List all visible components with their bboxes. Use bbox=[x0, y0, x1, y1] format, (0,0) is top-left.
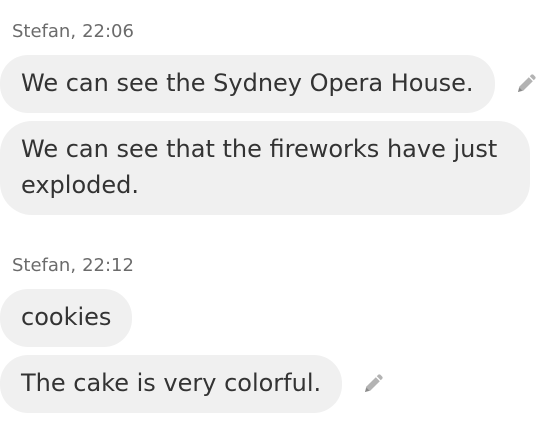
message-bubble: We can see that the fireworks have just … bbox=[0, 121, 530, 215]
pencil-icon-graphic bbox=[517, 74, 536, 92]
pencil-icon-graphic bbox=[365, 374, 383, 392]
meta-separator: , bbox=[70, 21, 77, 42]
message-meta: Stefan, 22:12 bbox=[12, 254, 386, 278]
message-row: The cake is very colorful. bbox=[0, 355, 386, 413]
pencil-icon[interactable] bbox=[360, 371, 386, 397]
message-row: cookies bbox=[0, 289, 386, 347]
message-group: Stefan, 22:12 cookies The cake is very co… bbox=[0, 254, 386, 421]
message-row: We can see the Sydney Opera House. bbox=[0, 55, 539, 113]
message-time: 22:06 bbox=[82, 21, 134, 42]
message-group: Stefan, 22:06 We can see the Sydney Opera… bbox=[0, 20, 539, 223]
sender-name: Stefan bbox=[12, 255, 71, 276]
chat-transcript: Stefan, 22:06 We can see the Sydney Opera… bbox=[0, 0, 542, 418]
sender-name: Stefan bbox=[12, 21, 71, 42]
meta-separator: , bbox=[70, 255, 77, 276]
message-bubble: The cake is very colorful. bbox=[0, 355, 343, 413]
message-row: We can see that the fireworks have just … bbox=[0, 121, 539, 215]
message-time: 22:12 bbox=[82, 255, 134, 276]
message-bubble: We can see the Sydney Opera House. bbox=[0, 55, 495, 113]
pencil-icon[interactable] bbox=[513, 71, 539, 97]
message-bubble: cookies bbox=[0, 289, 133, 347]
message-meta: Stefan, 22:06 bbox=[12, 20, 539, 44]
